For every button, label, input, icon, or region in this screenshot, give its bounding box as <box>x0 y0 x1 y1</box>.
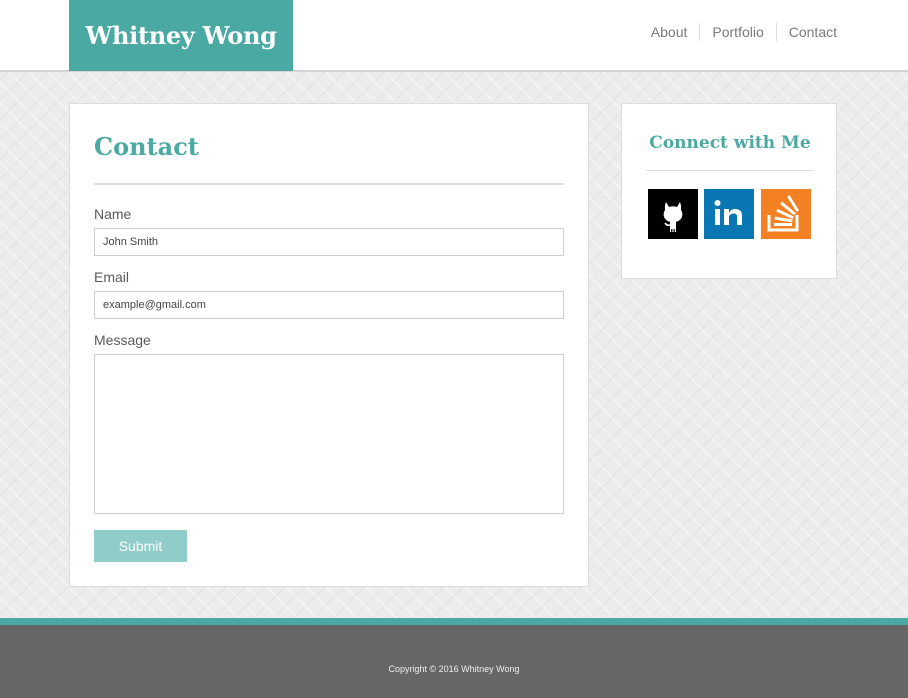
message-label: Message <box>94 332 151 348</box>
nav-contact[interactable]: Contact <box>775 23 837 41</box>
name-input[interactable]: John Smith <box>94 228 564 256</box>
contact-title: Contact <box>94 132 199 161</box>
nav-about[interactable]: About <box>639 23 700 41</box>
social-title: Connect with Me <box>649 133 811 153</box>
email-input[interactable]: example@gmail.com <box>94 291 564 319</box>
message-textarea[interactable] <box>94 354 564 514</box>
main-nav: About Portfolio Contact <box>639 23 837 41</box>
name-label: Name <box>94 206 132 222</box>
site-header: Whitney Wong About Portfolio Contact <box>0 0 908 72</box>
site-brand[interactable]: Whitney Wong <box>69 0 293 71</box>
nav-portfolio[interactable]: Portfolio <box>699 23 775 41</box>
social-divider <box>646 170 814 171</box>
contact-divider <box>94 183 564 185</box>
submit-button[interactable]: Submit <box>94 530 187 562</box>
email-label: Email <box>94 269 130 285</box>
linkedin-icon[interactable] <box>704 189 754 239</box>
copyright-text: Copyright © 2016 Whitney Wong <box>388 664 520 674</box>
stackoverflow-icon[interactable] <box>761 189 811 239</box>
social-card: Connect with Me <box>621 103 837 279</box>
github-icon[interactable] <box>648 189 698 239</box>
contact-card: Contact Name John Smith Email example@gm… <box>69 103 589 587</box>
site-footer: Copyright © 2016 Whitney Wong <box>0 618 908 698</box>
